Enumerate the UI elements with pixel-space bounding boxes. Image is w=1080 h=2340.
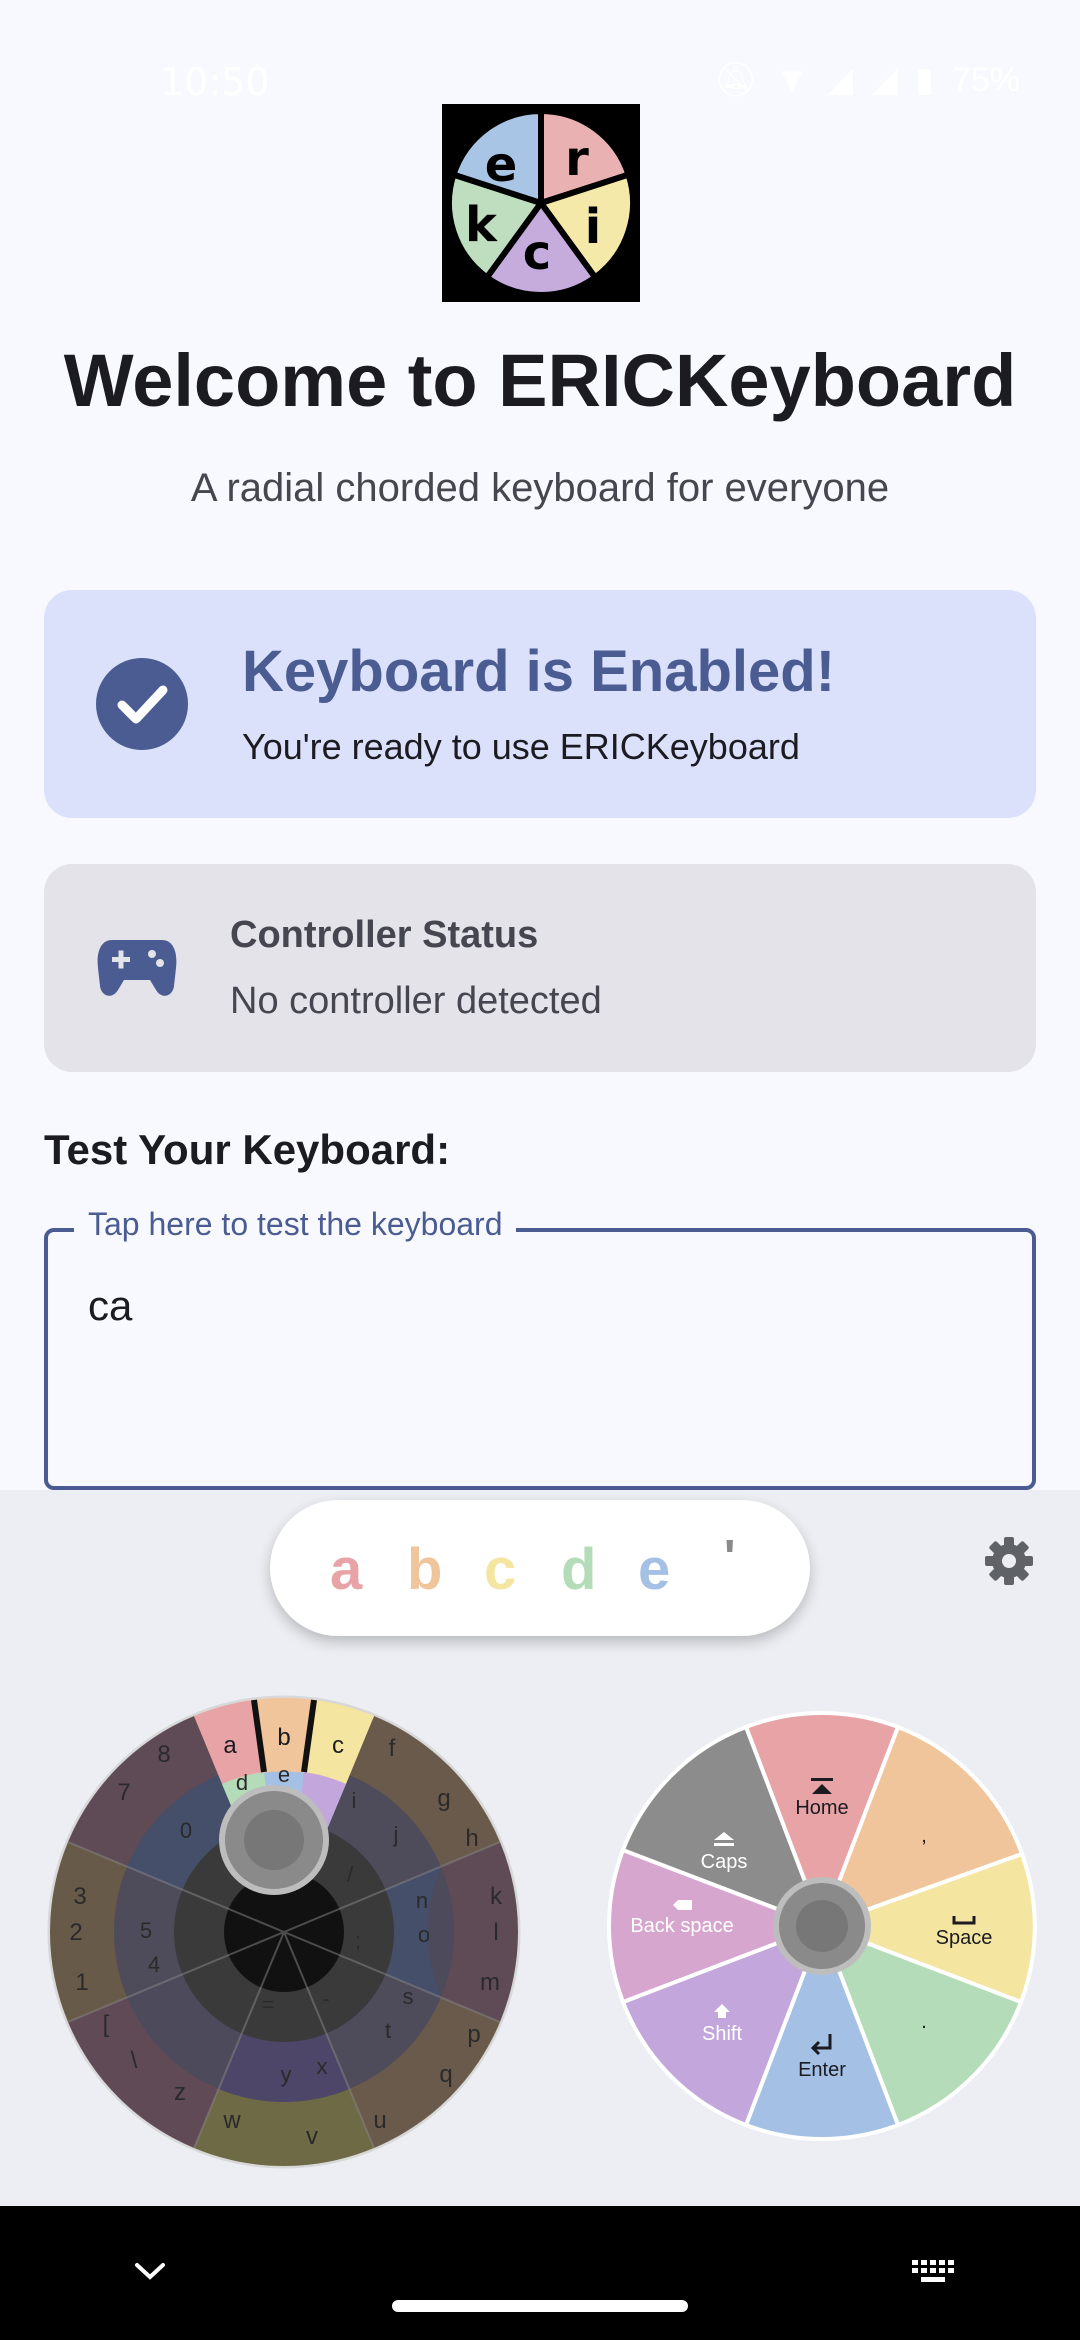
check-circle-icon [96, 658, 188, 750]
key-b: b [277, 1724, 290, 1751]
key-backslash: \ [131, 2047, 138, 2074]
key-z: z [174, 2079, 186, 2106]
key-2: 2 [69, 1919, 82, 1946]
signal-icon: ◢ [826, 61, 854, 99]
key-f: f [389, 1735, 396, 1762]
key-bracket: [ [103, 2011, 110, 2038]
status-bar: 10:50 🔕︎ ▼ ◢ ◢ ▮ 75% [0, 0, 1080, 104]
signal-icon: ◢ [871, 61, 898, 99]
key-a: a [223, 1732, 237, 1759]
key-backspace: Back space [630, 1915, 733, 1937]
controller-subtitle: No controller detected [230, 980, 602, 1022]
key-c: c [332, 1732, 344, 1759]
home-handle[interactable] [392, 2300, 688, 2312]
battery-percent: 75% [951, 60, 1020, 99]
key-m: m [480, 1969, 500, 1996]
logo-wheel: e r k c i [446, 107, 636, 298]
test-input-label: Tap here to test the keyboard [74, 1206, 517, 1243]
key-semicolon: ; [355, 1928, 361, 1953]
key-3: 3 [73, 1883, 86, 1910]
key-equals: = [262, 1992, 275, 2017]
function-wheel[interactable]: Home , Space . Enter Shift Back space Ca… [604, 1708, 1040, 2144]
test-input-field[interactable] [44, 1228, 1036, 1490]
suggestion-e[interactable]: e [638, 1536, 670, 1603]
controller-title: Controller Status [230, 914, 539, 956]
key-d: d [236, 1770, 248, 1795]
key-shift: Shift [702, 2023, 742, 2045]
key-n: n [416, 1888, 428, 1913]
key-j: j [393, 1822, 399, 1847]
key-k: k [490, 1883, 503, 1910]
suggestion-d[interactable]: d [561, 1536, 596, 1603]
enabled-title: Keyboard is Enabled! [242, 639, 836, 704]
key-h: h [465, 1825, 478, 1852]
letter-wheel[interactable]: a b c f g h k l m p q u v w z \ [ 1 2 3 … [44, 1692, 524, 2172]
gear-icon[interactable] [984, 1536, 1034, 1586]
key-l: l [493, 1919, 498, 1946]
logo-letter: e [485, 137, 518, 193]
key-8: 8 [157, 1741, 170, 1768]
battery-icon: ▮ [915, 61, 934, 99]
page-subtitle: A radial chorded keyboard for everyone [190, 466, 890, 510]
key-caps: Caps [701, 1851, 748, 1873]
key-p: p [467, 2021, 480, 2048]
suggestion-c[interactable]: c [484, 1536, 516, 1603]
logo-letter: i [585, 199, 601, 255]
keyboard-icon[interactable] [910, 2258, 956, 2288]
logo-letter: r [565, 131, 589, 187]
key-period: . [921, 2011, 927, 2033]
key-space: Space [936, 1927, 993, 1949]
key-home: Home [795, 1797, 848, 1819]
key-x: x [317, 2054, 328, 2079]
app-logo: e r k c i [442, 104, 640, 302]
status-icons: 🔕︎ ▼ ◢ ◢ ▮ 75% [714, 60, 1020, 100]
keyboard-enabled-card: Keyboard is Enabled! You're ready to use… [44, 590, 1036, 818]
key-slash: / [347, 1862, 354, 1887]
enabled-subtitle: You're ready to use ERICKeyboard [242, 726, 800, 767]
key-comma: , [921, 1825, 927, 1847]
key-t: t [385, 2018, 391, 2043]
key-g: g [437, 1785, 450, 1812]
key-e: e [278, 1762, 290, 1787]
chevron-down-icon[interactable] [132, 2260, 168, 2282]
key-v: v [306, 2123, 318, 2150]
key-0: 0 [180, 1818, 192, 1843]
key-enter: Enter [798, 2059, 846, 2081]
wifi-icon: ▼ [775, 60, 809, 99]
gamepad-icon [96, 936, 178, 1000]
key-s: s [403, 1984, 414, 2009]
key-o: o [418, 1922, 430, 1947]
suggestion-a[interactable]: a [330, 1536, 362, 1603]
key-5: 5 [140, 1918, 152, 1943]
test-keyboard-heading: Test Your Keyboard: [44, 1126, 451, 1173]
suggestion-b[interactable]: b [407, 1536, 442, 1603]
logo-letter: k [465, 197, 498, 253]
key-w: w [222, 2107, 241, 2134]
logo-letter: c [523, 225, 551, 281]
key-u: u [373, 2107, 386, 2134]
key-q: q [439, 2061, 452, 2088]
controller-status-card: Controller Status No controller detected [44, 864, 1036, 1072]
key-1: 1 [75, 1969, 88, 1996]
status-time: 10:50 [160, 60, 270, 104]
key-4: 4 [148, 1952, 160, 1977]
suggestion-apostrophe[interactable]: ' [724, 1530, 735, 1585]
page-title: Welcome to ERICKeyboard [63, 339, 1017, 422]
mute-icon: 🔕︎ [714, 61, 758, 99]
key-i: i [352, 1788, 357, 1813]
key-minus: - [322, 1986, 329, 2011]
test-input-value[interactable]: ca [88, 1282, 132, 1330]
key-y: y [281, 2062, 292, 2087]
key-7: 7 [117, 1779, 130, 1806]
